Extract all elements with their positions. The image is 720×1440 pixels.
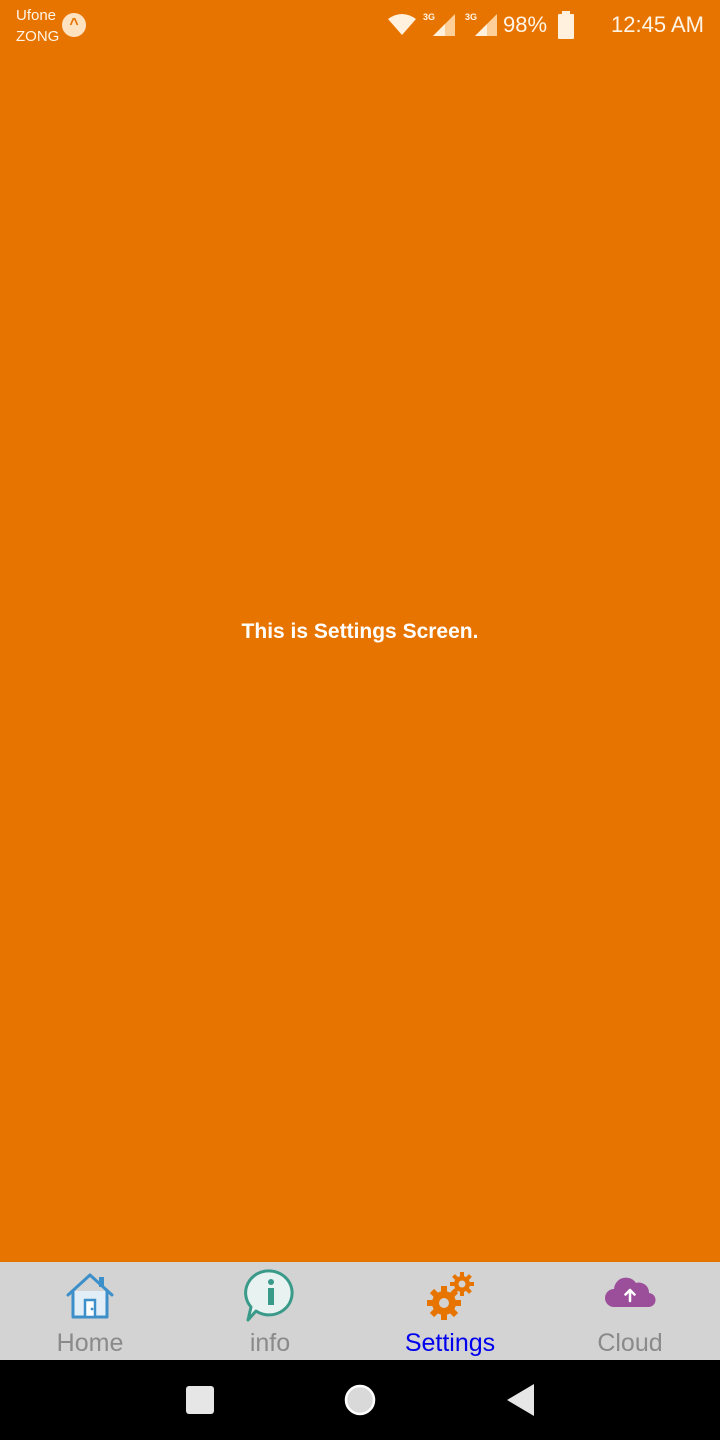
tab-settings[interactable]: Settings [360,1262,540,1360]
status-indicators: 3G 3G 98% 12:45 AM [387,8,704,42]
carrier-2: ZONG [16,28,60,45]
signal-icon-2 [475,14,497,36]
tab-home-label: Home [56,1329,124,1357]
carrier-badge-icon: ^ [62,13,86,37]
tab-settings-label: Settings [404,1329,496,1357]
battery-percent: 98% [503,12,548,37]
tab-cloud-label: Cloud [597,1329,663,1357]
settings-screen: This is Settings Screen. [0,50,720,1262]
screen-message: This is Settings Screen. [241,620,479,643]
tab-info[interactable]: info [180,1262,360,1360]
home-button[interactable] [338,1378,382,1422]
wifi-icon [387,14,416,35]
tab-cloud[interactable]: Cloud [540,1262,720,1360]
home-circle-icon [344,1384,376,1416]
tab-home[interactable]: Home [0,1262,180,1360]
clock: 12:45 AM [611,12,704,37]
system-nav-bar [0,1360,720,1440]
gears-icon [422,1267,478,1323]
tab-info-label: info [249,1329,291,1357]
home-icon [62,1267,118,1323]
recents-button[interactable] [178,1378,222,1422]
recents-icon [186,1386,214,1414]
carrier-names: Ufone ZONG [16,5,59,47]
back-icon [507,1384,534,1416]
battery-icon [558,11,575,39]
carrier-1: Ufone [16,7,57,24]
back-button[interactable] [498,1378,542,1422]
status-bar: Ufone ZONG ^ 3G 3G 98% 12:45 AM [0,0,720,50]
cloud-upload-icon [602,1267,658,1323]
signal-icon-1 [432,14,455,36]
info-icon [242,1267,298,1323]
bottom-tab-bar: Home info Settings Cloud [0,1262,720,1360]
